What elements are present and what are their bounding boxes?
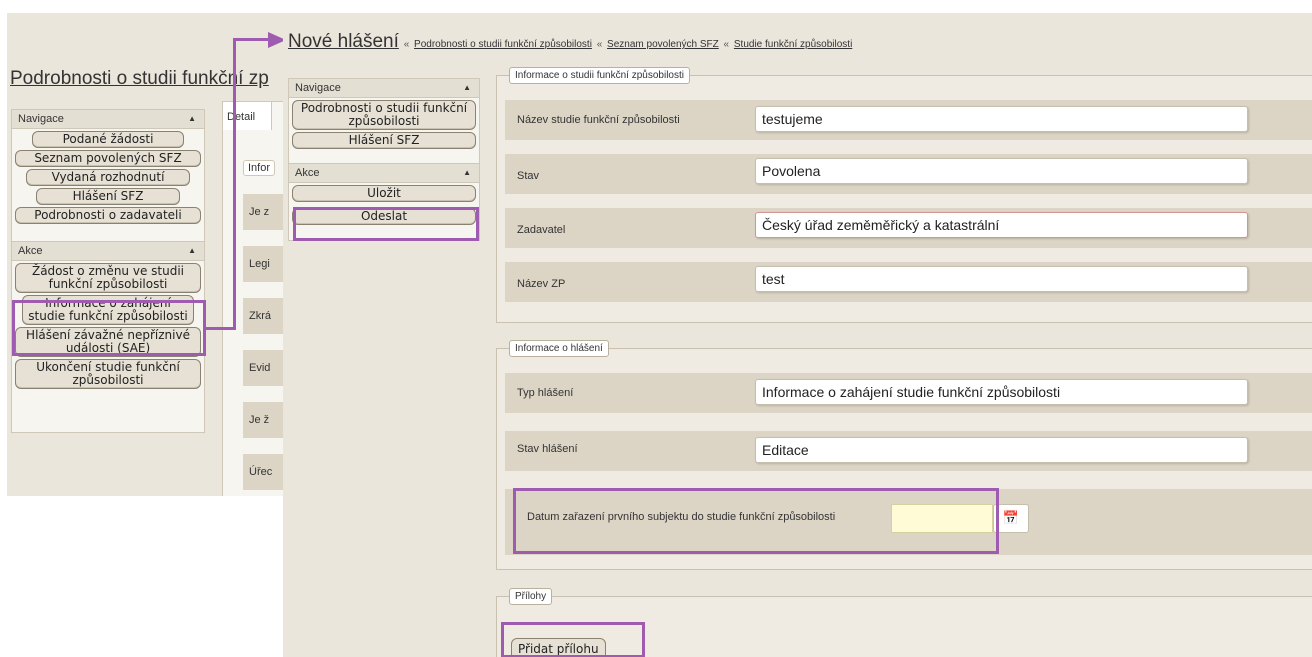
page-title: Podrobnosti o studii funkční zp [10,68,269,89]
nav-header: Navigace [295,82,341,94]
nav-button-sfz-reports[interactable]: Hlášení SFZ [36,188,180,205]
highlight-box [513,488,999,554]
collapse-icon[interactable]: ▲ [463,79,471,97]
report-status-label: Stav hlášení [517,443,578,455]
field-label: Úřec [243,454,283,490]
tab-detail[interactable]: Detail [223,102,272,130]
field-label: Legi [243,246,283,282]
breadcrumb-link-approved-sfz[interactable]: Seznam povolených SFZ [607,39,719,50]
field-label: Je ž [243,402,283,438]
field-row: Stav hlášení Editace [505,431,1312,471]
background-screenshot: Podrobnosti o studii funkční zp Navigace… [7,13,283,496]
page-title: Nové hlášení [288,31,399,52]
nav-button-submitted[interactable]: Podané žádosti [32,131,184,148]
report-info-legend: Informace o hlášení [509,340,609,357]
collapse-icon[interactable]: ▲ [188,110,196,128]
highlight-box [501,622,645,657]
nav-button-approved-sfz[interactable]: Seznam povolených SFZ [15,150,201,167]
status-label: Stav [517,170,540,182]
connector-line [205,327,235,330]
breadcrumb-link-study-details[interactable]: Podrobnosti o studii funkční způsobilost… [414,39,592,50]
field-row: Stav Povolena [505,154,1312,194]
breadcrumb: Nové hlášení « Podrobnosti o studii funk… [288,31,853,52]
nav-button-sfz-reports[interactable]: Hlášení SFZ [292,132,476,149]
study-info-legend: Informace o studii funkční způsobilosti [509,67,690,84]
field-row: Typ hlášení Informace o zahájení studie … [505,373,1312,413]
field-label: Je z [243,194,283,230]
nav-button-sponsor-details[interactable]: Podrobnosti o zadavateli [15,207,201,224]
highlight-box [293,207,479,241]
nav-panel: Navigace ▲ Podané žádosti Seznam povolen… [11,109,205,253]
connector-line [233,38,273,41]
detail-tab-panel: Detail Infor Je z Legi Zkrá Evid Je ž Úř… [222,101,283,496]
field-row: Název ZP test [505,262,1312,302]
fieldset-legend: Infor [243,160,276,176]
actions-header: Akce [295,167,320,179]
status-value: Povolena [755,158,1248,184]
field-row: Název studie funkční způsobilosti testuj… [505,100,1312,140]
action-termination-button[interactable]: Ukončení studie funkční způsobilosti [15,359,201,389]
device-name-label: Název ZP [517,278,566,290]
nav-panel: Navigace ▲ Podrobnosti o studii funkční … [288,78,480,167]
collapse-icon[interactable]: ▲ [463,164,471,182]
connector-line [233,38,236,330]
field-label: Evid [243,350,283,386]
study-name-label: Název studie funkční způsobilosti [517,114,680,126]
field-label: Zkrá [243,298,283,334]
device-name-value: test [755,266,1248,292]
save-button[interactable]: Uložit [292,185,476,202]
action-change-request-button[interactable]: Žádost o změnu ve studii funkční způsobi… [15,263,201,293]
nav-button-study-details[interactable]: Podrobnosti o studii funkční způsobilost… [292,100,476,130]
report-type-label: Typ hlášení [517,387,574,399]
collapse-icon[interactable]: ▲ [188,242,196,260]
highlight-box [12,300,206,356]
sponsor-label: Zadavatel [517,224,566,236]
study-name-value: testujeme [755,106,1248,132]
sponsor-value: Český úřad zeměměřický a katastrální [755,212,1248,238]
actions-header: Akce [18,245,43,257]
report-status-value: Editace [755,437,1248,463]
breadcrumb-link-studies[interactable]: Studie funkční způsobilosti [734,39,852,50]
foreground-screenshot: Nové hlášení « Podrobnosti o studii funk… [283,13,1312,657]
field-row: Zadavatel Český úřad zeměměřický a katas… [505,208,1312,248]
report-type-value: Informace o zahájení studie funkční způs… [755,379,1248,405]
attachments-legend: Přílohy [509,588,553,605]
nav-button-decisions[interactable]: Vydaná rozhodnutí [26,169,190,186]
nav-header: Navigace [18,113,64,125]
study-info-fieldset: Informace o studii funkční způsobilosti … [496,67,1312,323]
